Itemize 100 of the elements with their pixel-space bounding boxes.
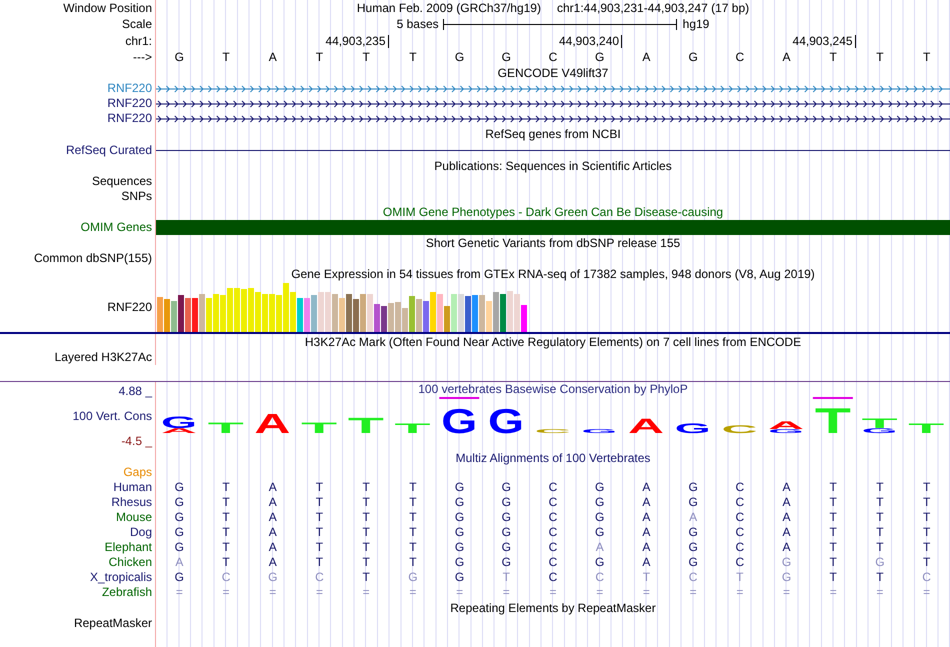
aligned-base: C [548,510,558,525]
aligned-base: T [316,510,324,525]
logo-column: G [488,402,524,441]
aligned-base: C [548,495,558,510]
track-label: 100 Vert. Cons [72,409,152,424]
logo-column: G [441,402,478,441]
aligned-base: T [409,510,417,525]
logo-column: C [721,422,758,436]
base-letter: G [688,50,698,65]
aligned-base: T [222,495,230,510]
logo-column: A [254,408,290,440]
aligned-base: G [454,510,464,525]
row-label: Window Position [63,0,152,16]
aligned-base: T [876,540,884,555]
aligned-base: T [830,570,837,585]
aligned-base: = [269,585,276,600]
track-title: Short Genetic Variants from dbSNP release 155 [426,236,680,250]
aligned-base: T [922,540,930,555]
aligned-base: G [454,540,464,555]
aligned-base: G [502,525,511,540]
aligned-base: A [268,495,277,510]
base-letter: T [830,50,837,65]
aligned-base: C [595,570,604,585]
aligned-base: G [174,480,184,495]
aligned-base: C [548,570,558,585]
assembly-title: Human Feb. 2009 (GRCh37/hg19) [356,0,541,16]
aligned-base: A [782,480,791,495]
track-label: Sequences [92,174,152,189]
strand-label: ---> [133,50,152,65]
base-letter: C [735,50,744,65]
aligned-base: = [690,585,697,600]
gene-label: RNF220 [107,111,152,126]
aligned-base: G [782,555,792,570]
aligned-base: T [316,540,324,555]
aligned-base: A [268,525,277,540]
base-letter: T [922,50,930,65]
aligned-base: T [409,495,417,510]
aligned-base: G [454,555,464,570]
aligned-base: G [688,525,698,540]
aligned-base: T [876,510,884,525]
aligned-base: C [222,570,230,585]
species-label: Human [113,480,152,495]
base-letter: T [222,50,230,65]
aligned-base: C [548,480,558,495]
aligned-base: = [409,585,416,600]
aligned-base: T [409,540,417,555]
track-title: OMIM Gene Phenotypes - Dark Green Can Be Disease-causing [382,204,724,220]
aligned-base: = [456,585,464,600]
aligned-base: A [782,510,791,525]
aligned-base: = [923,585,930,600]
base-letter: G [454,50,464,65]
aligned-base: C [548,540,558,555]
aligned-base: T [222,540,230,555]
aligned-base: A [268,555,277,570]
aligned-base: C [548,555,558,570]
aligned-base: A [642,525,650,540]
position-range: chr1:44,903,231-44,903,247 (17 bp) [556,0,750,16]
gene-label: RNF220 [107,81,152,96]
aligned-base: G [502,480,511,495]
aligned-base: C [735,555,744,570]
aligned-base: T [362,480,370,495]
aligned-base: = [783,585,790,600]
aligned-base: T [316,525,324,540]
track-title: GENCODE V49lift37 [498,66,608,80]
base-letter: T [316,50,324,65]
position-tick: 44,903,240 [558,35,622,48]
aligned-base: T [922,495,930,510]
base-letter: G [595,50,604,65]
aligned-base: T [830,525,837,540]
aligned-base: G [688,480,698,495]
aligned-base: G [174,540,184,555]
aligned-base: A [642,510,650,525]
aligned-base: = [362,585,370,600]
aligned-base: A [782,525,791,540]
aligned-base: T [736,570,744,585]
species-label: Rhesus [111,495,152,510]
aligned-base: G [502,555,511,570]
aligned-base: G [454,525,464,540]
aligned-base: = [596,585,604,600]
aligned-base: A [268,540,277,555]
aligned-base: A [642,480,650,495]
aligned-base: T [222,480,230,495]
aligned-base: C [922,570,931,585]
aligned-base: = [316,585,323,600]
species-label: Zebrafish [102,585,152,600]
aligned-base: = [876,585,884,600]
track-label: SNPs [121,189,152,204]
aligned-base: G [174,525,184,540]
track-label: OMIM Genes [80,220,152,235]
base-letter: C [548,50,558,65]
aligned-base: = [736,585,744,600]
aligned-base: C [735,525,744,540]
aligned-base: T [876,495,884,510]
axis-min-label: -4.5 _ [121,434,152,449]
track-title: RefSeq genes from NCBI [485,126,621,142]
aligned-base: T [830,540,837,555]
aligned-base: G [174,570,184,585]
aligned-base: A [782,495,791,510]
aligned-base: = [502,585,510,600]
aligned-base: A [268,480,277,495]
